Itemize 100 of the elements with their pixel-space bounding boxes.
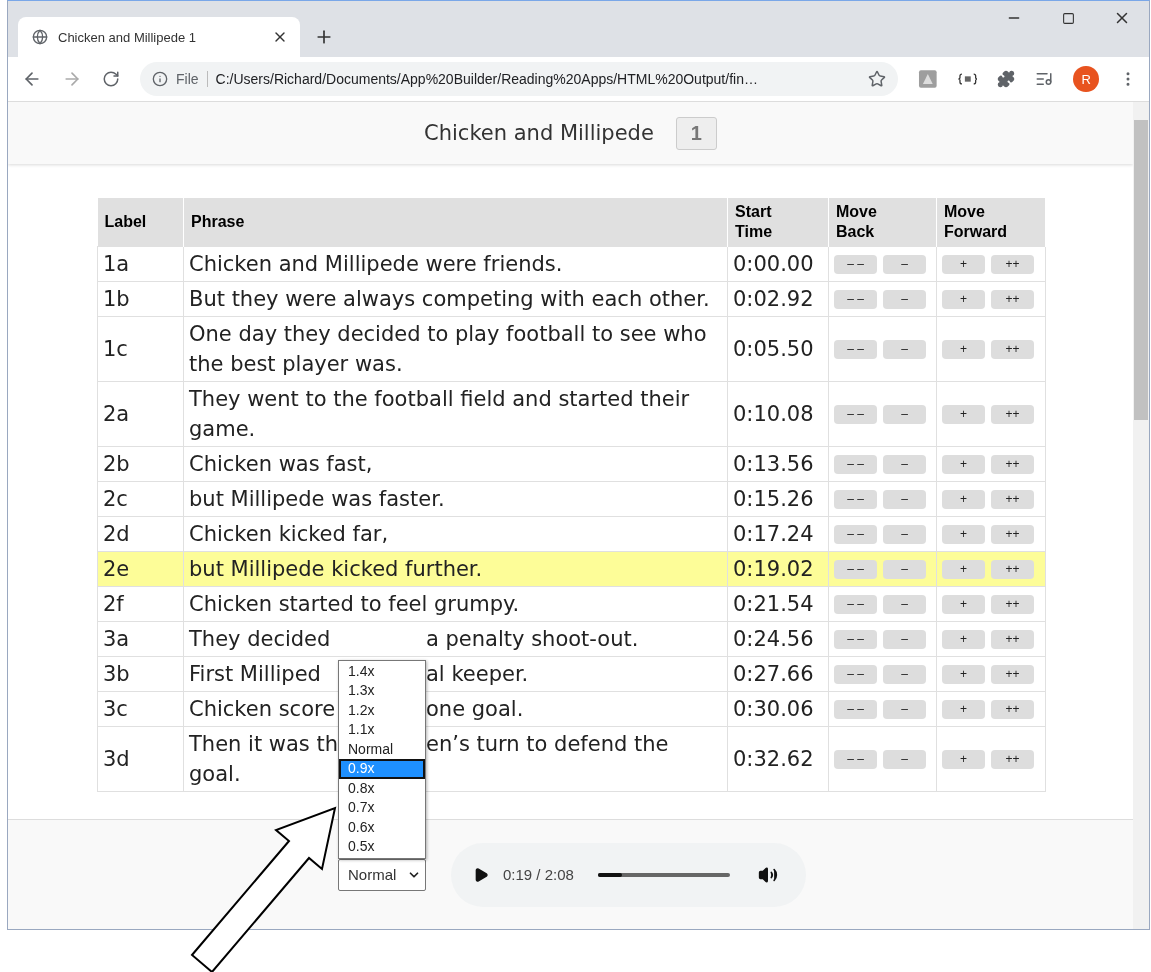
label-cell[interactable]: 2b: [97, 446, 184, 482]
move-back-button[interactable]: – –: [834, 454, 877, 474]
dropdown-option[interactable]: 1.1x: [339, 720, 425, 740]
scrollbar[interactable]: [1133, 102, 1149, 929]
volume-icon[interactable]: [757, 864, 778, 885]
move-forward-button[interactable]: +: [942, 749, 985, 769]
dropdown-option[interactable]: 0.5x: [339, 837, 425, 857]
phrase-text: al keeper.: [426, 661, 529, 688]
move-back-button[interactable]: –: [883, 559, 926, 579]
move-back-button[interactable]: –: [883, 339, 926, 359]
move-forward-button[interactable]: ++: [991, 629, 1034, 649]
move-back-button[interactable]: –: [883, 699, 926, 719]
move-forward-button[interactable]: +: [942, 699, 985, 719]
move-forward-button[interactable]: +: [942, 664, 985, 684]
move-back-button[interactable]: –: [883, 489, 926, 509]
label-cell[interactable]: 2d: [97, 516, 184, 552]
phrase-text: Then it was th: [189, 731, 338, 758]
move-forward-button[interactable]: ++: [991, 699, 1034, 719]
puzzle-icon[interactable]: [997, 70, 1016, 88]
move-forward-button[interactable]: ++: [991, 254, 1034, 274]
phrase-text: Chicken score: [189, 696, 336, 723]
speed-select[interactable]: Normal: [338, 858, 426, 891]
move-back-button[interactable]: –: [883, 629, 926, 649]
move-back-button[interactable]: – –: [834, 699, 877, 719]
move-forward-button[interactable]: +: [942, 594, 985, 614]
move-back-button[interactable]: – –: [834, 629, 877, 649]
label-cell[interactable]: 3a: [97, 621, 184, 657]
move-forward-button[interactable]: +: [942, 489, 985, 509]
dropdown-option[interactable]: 1.3x: [339, 681, 425, 701]
move-forward-button[interactable]: ++: [991, 404, 1034, 424]
move-back-button[interactable]: –: [883, 594, 926, 614]
move-back-button[interactable]: – –: [834, 404, 877, 424]
move-forward-button[interactable]: +: [942, 404, 985, 424]
move-forward-button[interactable]: +: [942, 629, 985, 649]
move-forward-button[interactable]: ++: [991, 594, 1034, 614]
move-forward-button[interactable]: ++: [991, 289, 1034, 309]
profile-avatar[interactable]: R: [1073, 66, 1099, 92]
move-back-button[interactable]: –: [883, 524, 926, 544]
move-back-button[interactable]: –: [883, 454, 926, 474]
move-back-button[interactable]: – –: [834, 749, 877, 769]
move-back-button[interactable]: –: [883, 254, 926, 274]
move-forward-button[interactable]: ++: [991, 454, 1034, 474]
move-back-button[interactable]: – –: [834, 254, 877, 274]
move-back-button[interactable]: –: [883, 404, 926, 424]
move-back-button[interactable]: –: [883, 664, 926, 684]
phrase-text: one goal.: [426, 696, 524, 723]
dropdown-option[interactable]: Normal: [339, 739, 425, 759]
start-time-cell-text: 0:19.02: [733, 556, 814, 583]
playlist-icon[interactable]: [1035, 70, 1054, 88]
label-cell[interactable]: 3d: [97, 726, 184, 792]
label-cell[interactable]: 2a: [97, 381, 184, 447]
move-back-button[interactable]: – –: [834, 664, 877, 684]
progress-track[interactable]: [597, 872, 730, 877]
move-forward-button[interactable]: ++: [991, 339, 1034, 359]
dropdown-option[interactable]: 1.2x: [339, 700, 425, 720]
label-cell[interactable]: 2c: [97, 481, 184, 517]
label-cell[interactable]: 1c: [97, 316, 184, 382]
address-text: C:/Users/Richard/Documents/App%20Builder/Reading%20Apps/HTML%20Output/fin…: [215, 71, 759, 87]
play-icon[interactable]: [473, 866, 489, 883]
info-icon[interactable]: [152, 71, 168, 87]
move-forward-button[interactable]: ++: [991, 559, 1034, 579]
move-back-button[interactable]: –: [883, 289, 926, 309]
move-back-button[interactable]: –: [883, 749, 926, 769]
dropdown-option[interactable]: 0.8x: [339, 778, 425, 798]
move-forward-button[interactable]: ++: [991, 664, 1034, 684]
dropdown-option[interactable]: 0.6x: [339, 817, 425, 837]
move-forward-button[interactable]: ++: [991, 489, 1034, 509]
reload-icon[interactable]: [102, 70, 120, 88]
braces-icon[interactable]: [957, 73, 978, 85]
bookmark-star-icon[interactable]: [868, 70, 887, 88]
maximize-icon[interactable]: [1061, 11, 1075, 25]
move-forward-button[interactable]: +: [942, 339, 985, 359]
move-back-button[interactable]: – –: [834, 289, 877, 309]
move-forward-button[interactable]: +: [942, 254, 985, 274]
dropdown-option[interactable]: 1.4x: [339, 661, 425, 681]
phrase-cell-text: One day they decided to play football to see who the best player was.: [189, 321, 708, 378]
move-back-button[interactable]: – –: [834, 559, 877, 579]
move-forward-button[interactable]: +: [942, 454, 985, 474]
move-back-button[interactable]: – –: [834, 489, 877, 509]
address-bar[interactable]: File C:/Users/Richard/Documents/App%20Builder/Reading%20Apps/HTML%20Output/fin…: [140, 62, 899, 96]
browser-tab[interactable]: Chicken and Millipede 1: [18, 17, 300, 57]
label-cell[interactable]: 2f: [97, 586, 184, 622]
column-header: Label: [97, 198, 184, 247]
label-cell[interactable]: 3c: [97, 691, 184, 727]
move-forward-button[interactable]: ++: [991, 524, 1034, 544]
dropdown-option[interactable]: 0.7x: [339, 798, 425, 818]
move-forward-button[interactable]: +: [942, 524, 985, 544]
label-cell[interactable]: 3b: [97, 656, 184, 692]
move-back-button[interactable]: – –: [834, 524, 877, 544]
move-back-button[interactable]: – –: [834, 594, 877, 614]
label-cell[interactable]: 1b: [97, 281, 184, 317]
move-forward-button[interactable]: +: [942, 559, 985, 579]
move-forward-button[interactable]: ++: [991, 749, 1034, 769]
start-time-cell-text: 0:10.08: [733, 401, 814, 428]
start-time-cell-text: 0:32.62: [733, 746, 814, 773]
playback-time: 0:19 / 2:08: [503, 866, 574, 883]
label-cell[interactable]: 2e: [97, 551, 184, 587]
label-cell[interactable]: 1a: [97, 246, 184, 282]
move-forward-button[interactable]: +: [942, 289, 985, 309]
move-back-button[interactable]: – –: [834, 339, 877, 359]
